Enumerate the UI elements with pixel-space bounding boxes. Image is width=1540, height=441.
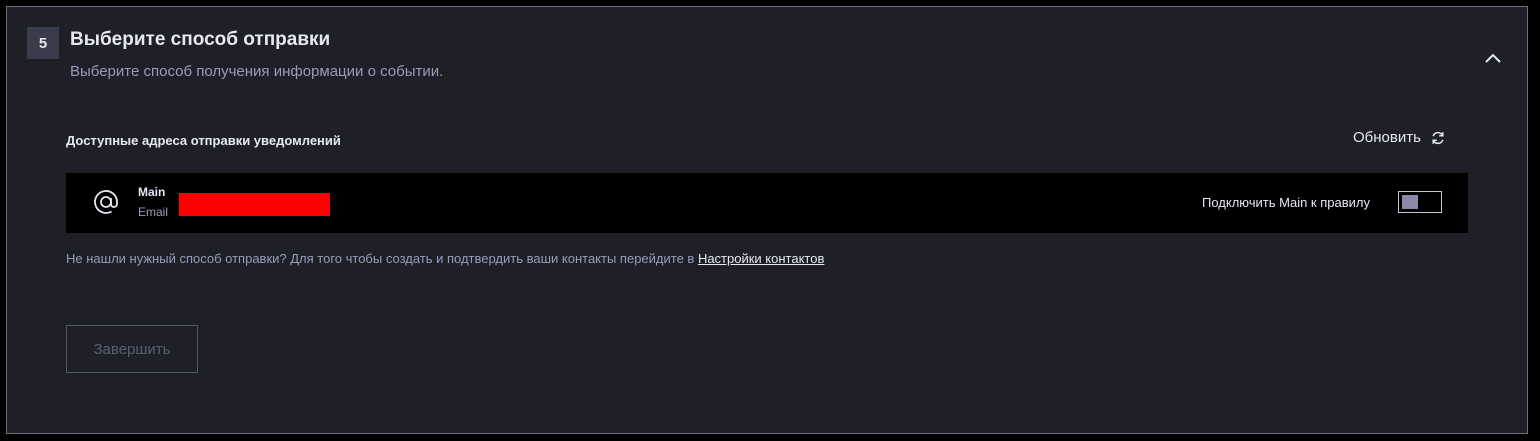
at-icon	[94, 190, 118, 214]
finish-button[interactable]: Завершить	[66, 325, 198, 373]
address-name: Main	[138, 185, 166, 199]
contact-settings-link[interactable]: Настройки контактов	[698, 251, 824, 266]
step-title: Выберите способ отправки	[70, 29, 331, 50]
refresh-label: Обновить	[1353, 129, 1421, 146]
address-type: Email	[138, 205, 169, 219]
redacted-address-value	[179, 193, 330, 216]
hint-text: Не нашли нужный способ отправки? Для тог…	[66, 251, 698, 266]
addresses-section-label: Доступные адреса отправки уведомлений	[66, 133, 341, 148]
send-method-step-panel: 5 Выберите способ отправки Выберите спос…	[6, 6, 1528, 434]
refresh-icon	[1432, 131, 1444, 144]
step-subtitle: Выберите способ получения информации о с…	[70, 63, 444, 80]
collapse-button[interactable]	[1481, 47, 1505, 69]
chevron-up-icon	[1485, 53, 1501, 63]
toggle-knob	[1402, 195, 1418, 209]
connect-address-label: Подключить Main к правилу	[1202, 195, 1370, 210]
refresh-button[interactable]: Обновить	[1353, 129, 1446, 146]
address-row: Main Email Подключить Main к правилу	[66, 173, 1468, 233]
step-number-badge: 5	[27, 27, 59, 59]
missing-method-hint: Не нашли нужный способ отправки? Для тог…	[66, 251, 824, 266]
connect-address-toggle[interactable]	[1398, 191, 1442, 213]
